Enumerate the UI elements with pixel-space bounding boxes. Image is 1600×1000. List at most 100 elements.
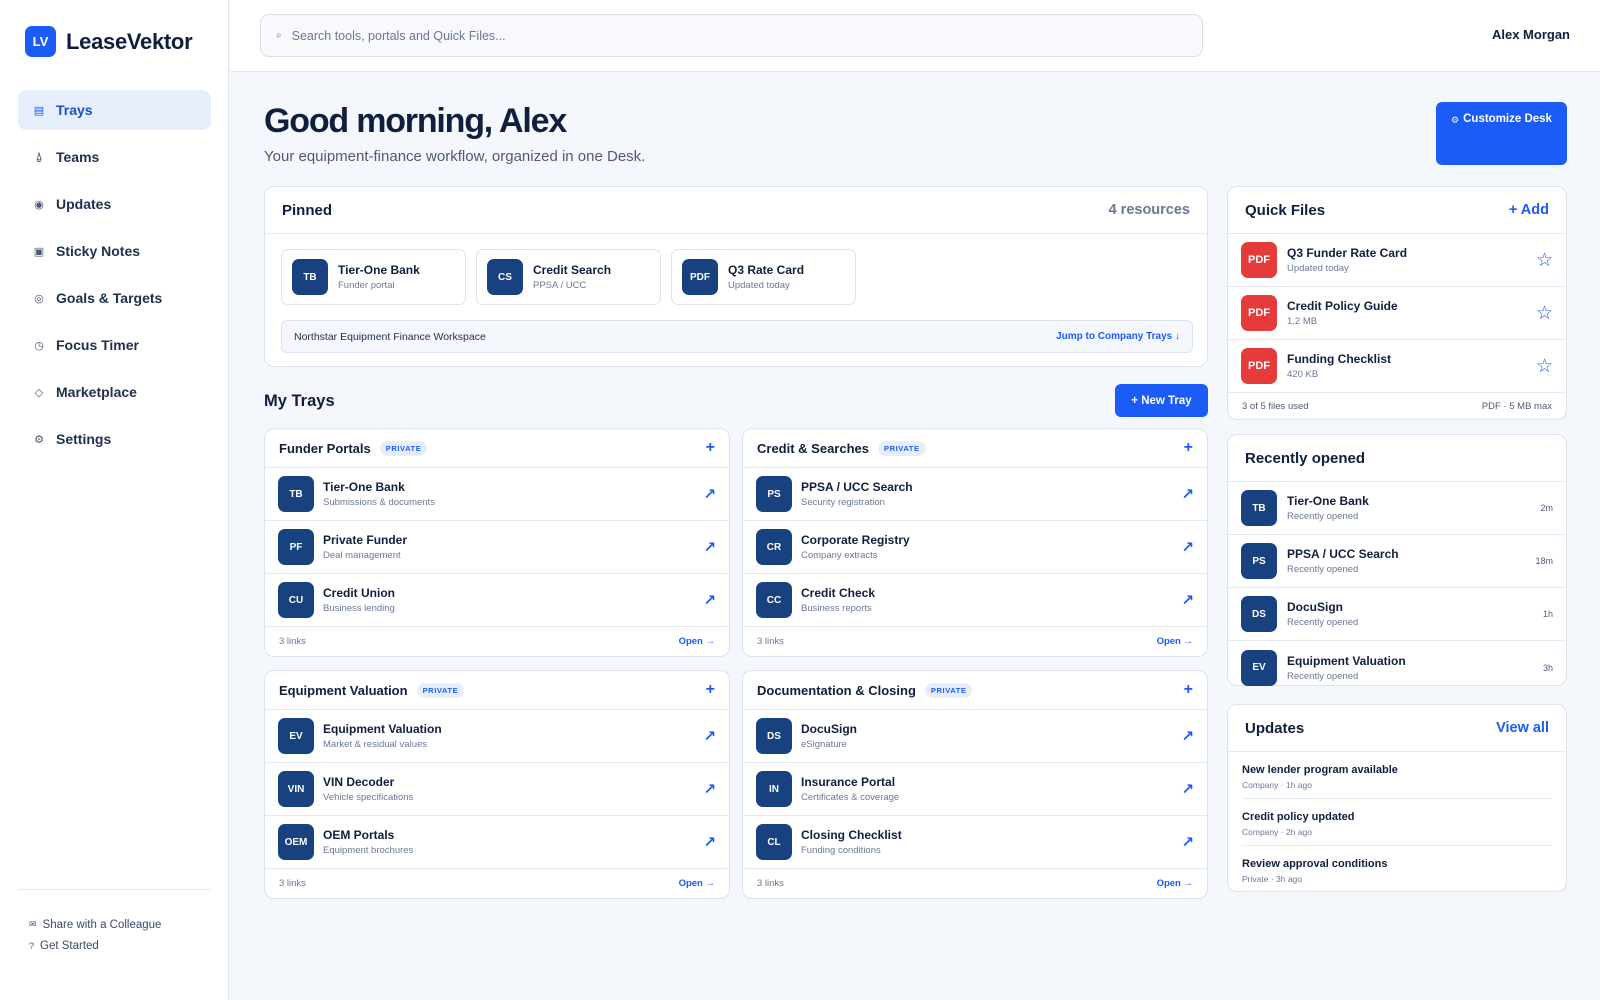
pinned-count: 4 resources <box>1108 202 1190 218</box>
link-sub: Security registration <box>801 497 885 508</box>
file-title: Credit Policy Guide <box>1287 299 1398 313</box>
sidebar-item-updates[interactable]: ◉ Updates <box>18 184 211 224</box>
external-link-icon[interactable]: ↗ <box>1181 538 1194 556</box>
open-tray-link[interactable]: Open → <box>1157 878 1193 889</box>
pinned-item-sub: PPSA / UCC <box>533 280 587 291</box>
recent-item[interactable]: EV Equipment Valuation Recently opened 3h <box>1228 641 1566 694</box>
recent-item[interactable]: DS DocuSign Recently opened 1h <box>1228 588 1566 641</box>
topbar: ⌕ Alex Morgan <box>230 0 1600 72</box>
add-link-button[interactable]: + <box>706 439 715 457</box>
file-item[interactable]: PDF Credit Policy Guide 1.2 MB ☆ <box>1228 287 1566 340</box>
help-icon: ? <box>29 940 35 951</box>
tray-link[interactable]: EV Equipment Valuation Market & residual v… <box>265 710 729 763</box>
link-title: Private Funder <box>323 533 408 547</box>
star-icon[interactable]: ☆ <box>1536 302 1553 325</box>
recent-item[interactable]: PS PPSA / UCC Search Recently opened 18m <box>1228 535 1566 588</box>
logo[interactable]: LV LeaseVektor <box>25 26 193 57</box>
open-tray-link[interactable]: Open → <box>679 878 715 889</box>
updates-icon: ◉ <box>34 198 44 211</box>
update-item[interactable]: Review approval conditions Private · 3h a… <box>1242 846 1552 892</box>
new-tray-button[interactable]: + New Tray <box>1115 384 1208 417</box>
add-link-button[interactable]: + <box>1184 439 1193 457</box>
star-icon[interactable]: ☆ <box>1536 355 1553 378</box>
recent-avatar: TB <box>1241 490 1277 526</box>
tray-header: Documentation & Closing PRIVATE + <box>743 671 1207 710</box>
link-sub: Business reports <box>801 603 872 614</box>
external-link-icon[interactable]: ↗ <box>1181 780 1194 798</box>
add-link-button[interactable]: + <box>706 681 715 699</box>
external-link-icon[interactable]: ↗ <box>703 591 716 609</box>
update-item[interactable]: New lender program available Company · 1h… <box>1242 752 1552 799</box>
sidebar-item-settings[interactable]: ⚙ Settings <box>18 419 211 459</box>
link-avatar: PS <box>756 476 792 512</box>
customize-desk-button[interactable]: ⚙ Customize Desk <box>1436 102 1567 165</box>
tray-link[interactable]: DS DocuSign eSignature ↗ <box>743 710 1207 763</box>
pinned-item[interactable]: CS Credit Search PPSA / UCC <box>476 249 661 305</box>
share-link[interactable]: ✉ Share with a Colleague <box>29 914 161 935</box>
tray-link[interactable]: CU Credit Union Business lending ↗ <box>265 574 729 627</box>
tray-link[interactable]: CC Credit Check Business reports ↗ <box>743 574 1207 627</box>
tray-link[interactable]: TB Tier-One Bank Submissions & documents ↗ <box>265 468 729 521</box>
open-tray-link[interactable]: Open → <box>1157 636 1193 647</box>
external-link-icon[interactable]: ↗ <box>703 538 716 556</box>
tray-link[interactable]: PF Private Funder Deal management ↗ <box>265 521 729 574</box>
customize-label: Customize Desk <box>1463 113 1552 125</box>
add-link-button[interactable]: + <box>1184 681 1193 699</box>
external-link-icon[interactable]: ↗ <box>1181 591 1194 609</box>
tray-footer: 3 links Open → <box>265 627 729 656</box>
external-link-icon[interactable]: ↗ <box>1181 727 1194 745</box>
sidebar-item-trays[interactable]: ▤ Trays <box>18 90 211 130</box>
update-item[interactable]: Credit policy updated Company · 2h ago <box>1242 799 1552 846</box>
sidebar-item-goals[interactable]: ◎ Goals & Targets <box>18 278 211 318</box>
tray-card: Documentation & Closing PRIVATE + DS Docu… <box>742 670 1208 899</box>
tray-link[interactable]: OEM OEM Portals Equipment brochures ↗ <box>265 816 729 869</box>
view-all-link[interactable]: View all <box>1496 720 1549 736</box>
sidebar-item-teams[interactable]: ⍙ Teams <box>18 137 211 177</box>
tray-link[interactable]: CL Closing Checklist Funding conditions ↗ <box>743 816 1207 869</box>
sidebar-item-marketplace[interactable]: ◇ Marketplace <box>18 372 211 412</box>
pinned-item[interactable]: PDF Q3 Rate Card Updated today <box>671 249 856 305</box>
page-subtitle: Your equipment-finance workflow, organiz… <box>264 148 646 165</box>
update-title: New lender program available <box>1242 764 1398 776</box>
tray-link[interactable]: PS PPSA / UCC Search Security registration… <box>743 468 1207 521</box>
sidebar-item-label: Trays <box>56 102 93 118</box>
tray-link[interactable]: IN Insurance Portal Certificates & coverag… <box>743 763 1207 816</box>
link-title: Closing Checklist <box>801 828 902 842</box>
external-link-icon[interactable]: ↗ <box>703 485 716 503</box>
get-started-link[interactable]: ? Get Started <box>29 935 161 956</box>
user-name[interactable]: Alex Morgan <box>1492 27 1570 42</box>
external-link-icon[interactable]: ↗ <box>1181 485 1194 503</box>
external-link-icon[interactable]: ↗ <box>703 833 716 851</box>
search-input[interactable] <box>291 28 1172 43</box>
external-link-icon[interactable]: ↗ <box>703 727 716 745</box>
tray-link[interactable]: CR Corporate Registry Company extracts ↗ <box>743 521 1207 574</box>
recent-item-title: DocuSign <box>1287 600 1343 614</box>
tray-link[interactable]: VIN VIN Decoder Vehicle specifications ↗ <box>265 763 729 816</box>
search-bar[interactable]: ⌕ <box>260 14 1203 57</box>
link-avatar: CC <box>756 582 792 618</box>
add-file-button[interactable]: + Add <box>1509 202 1549 218</box>
privacy-badge: PRIVATE <box>878 440 926 456</box>
recent-header: Recently opened <box>1228 435 1566 482</box>
jump-company-trays-link[interactable]: Jump to Company Trays ↓ <box>1056 331 1180 342</box>
tray-title: Funder Portals <box>279 440 371 456</box>
target-icon: ◎ <box>34 292 44 305</box>
star-icon[interactable]: ☆ <box>1536 249 1553 272</box>
recent-item[interactable]: TB Tier-One Bank Recently opened 2m <box>1228 482 1566 535</box>
sidebar-item-label: Sticky Notes <box>56 243 141 259</box>
sidebar-divider <box>18 889 211 890</box>
link-sub: Company extracts <box>801 550 878 561</box>
sidebar-item-label: Settings <box>56 431 112 447</box>
sidebar-item-sticky-notes[interactable]: ▣ Sticky Notes <box>18 231 211 271</box>
file-item[interactable]: PDF Q3 Funder Rate Card Updated today ☆ <box>1228 234 1566 287</box>
open-tray-link[interactable]: Open → <box>679 636 715 647</box>
tray-header: Equipment Valuation PRIVATE + <box>265 671 729 710</box>
external-link-icon[interactable]: ↗ <box>703 780 716 798</box>
file-item[interactable]: PDF Funding Checklist 420 KB ☆ <box>1228 340 1566 393</box>
external-link-icon[interactable]: ↗ <box>1181 833 1194 851</box>
recent-item-title: PPSA / UCC Search <box>1287 547 1399 561</box>
pinned-item[interactable]: TB Tier-One Bank Funder portal <box>281 249 466 305</box>
link-count: 3 links <box>279 636 306 647</box>
link-avatar: IN <box>756 771 792 807</box>
sidebar-item-focus-timer[interactable]: ◷ Focus Timer <box>18 325 211 365</box>
